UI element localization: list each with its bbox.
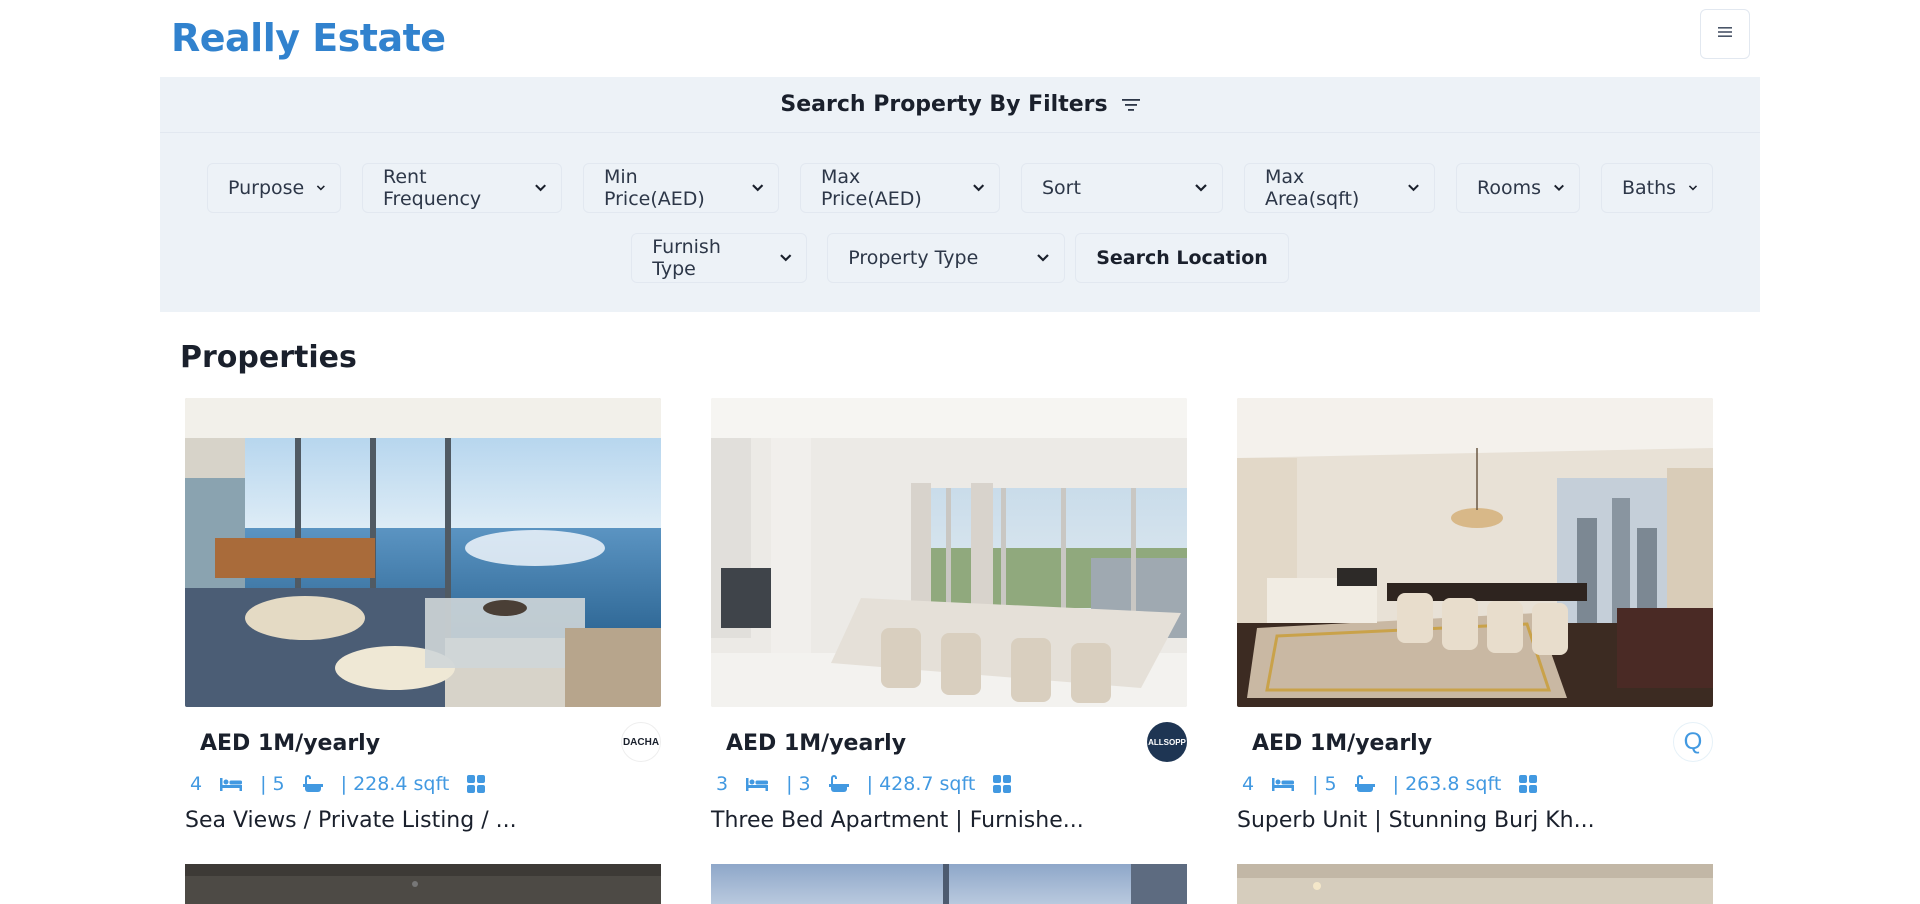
chevron-down-icon (1688, 185, 1698, 191)
grid-area-icon (993, 775, 1012, 793)
property-title[interactable]: Three Bed Apartment | Furnishe... (711, 808, 1084, 833)
max-area-select[interactable]: Max Area(sqft) (1244, 163, 1435, 213)
max-price-select[interactable]: Max Price(AED) (800, 163, 1000, 213)
grid-area-icon (1519, 775, 1538, 793)
brand-logo[interactable]: Really Estate (171, 16, 446, 60)
page-container: Really Estate Search Property By Filters… (160, 0, 1760, 904)
grid-area-icon (467, 775, 486, 793)
select-label: Sort (1042, 177, 1081, 199)
filter-panel: Search Property By Filters Purpose Rent … (160, 77, 1760, 312)
property-stats: 3 | 3 | 428.7 sqft (711, 773, 1029, 795)
chevron-down-icon (751, 184, 763, 192)
select-label: Baths (1622, 177, 1677, 199)
select-label: Max Area(sqft) (1265, 166, 1360, 210)
select-label: Max Price(AED) (821, 166, 922, 210)
navbar: Really Estate (160, 0, 1760, 77)
select-label: Furnish Type (652, 236, 721, 280)
bed-icon (1272, 776, 1295, 792)
property-price: AED 1M/yearly (200, 731, 381, 756)
select-label: Min Price(AED) (604, 166, 705, 210)
rooms-count: 3 (716, 773, 729, 795)
rooms-count: 4 (1242, 773, 1255, 795)
select-label: Rent Frequency (383, 166, 482, 210)
area-value: | 263.8 sqft (1392, 773, 1502, 795)
property-stats: 4 | 5 | 263.8 sqft (1237, 773, 1555, 795)
agency-logo: Q (1673, 722, 1713, 762)
baths-count: | 3 (786, 773, 811, 795)
hamburger-icon (1717, 24, 1733, 45)
chevron-down-icon (534, 184, 546, 192)
property-card[interactable]: AED 1M/yearly ALLSOPP 3 | 3 | 428.7 sqft… (711, 398, 1187, 904)
sort-select[interactable]: Sort (1021, 163, 1223, 213)
bath-icon (1354, 775, 1375, 793)
bed-icon (746, 776, 769, 792)
chevron-down-icon (1195, 184, 1207, 192)
property-title[interactable]: Superb Unit | Stunning Burj Kh... (1237, 808, 1595, 833)
filter-panel-title: Search Property By Filters (780, 92, 1108, 117)
rent-frequency-select[interactable]: Rent Frequency (362, 163, 562, 213)
min-price-select[interactable]: Min Price(AED) (583, 163, 779, 213)
chevron-down-icon (779, 254, 792, 262)
select-label: Purpose (228, 177, 305, 199)
purpose-select[interactable]: Purpose (207, 163, 341, 213)
property-image[interactable] (711, 398, 1187, 707)
property-image[interactable] (185, 398, 661, 707)
property-card[interactable]: AED 1M/yearly Q 4 | 5 | 263.8 sqft Super… (1237, 398, 1713, 904)
chevron-down-icon (1554, 184, 1564, 192)
property-image-next (1237, 864, 1713, 904)
rooms-select[interactable]: Rooms (1456, 163, 1580, 213)
property-price: AED 1M/yearly (726, 731, 907, 756)
chevron-down-icon (317, 185, 326, 191)
chevron-down-icon (1408, 184, 1419, 192)
filter-lines-icon[interactable] (1121, 98, 1140, 112)
menu-button[interactable] (1700, 9, 1750, 59)
area-value: | 228.4 sqft (340, 773, 450, 795)
chevron-down-icon (1037, 254, 1049, 262)
property-title[interactable]: Sea Views / Private Listing / ... (185, 808, 517, 833)
agency-logo: ALLSOPP (1147, 722, 1187, 762)
select-label: Property Type (848, 247, 979, 269)
property-type-select[interactable]: Property Type (827, 233, 1066, 283)
search-location-button[interactable]: Search Location (1075, 233, 1289, 283)
property-price: AED 1M/yearly (1252, 731, 1433, 756)
area-value: | 428.7 sqft (866, 773, 976, 795)
agency-logo: DACHA (621, 722, 661, 762)
filter-row-primary: Purpose Rent Frequency Min Price(AED) Ma… (160, 163, 1760, 213)
baths-select[interactable]: Baths (1601, 163, 1713, 213)
furnish-type-select[interactable]: Furnish Type (631, 233, 808, 283)
property-stats: 4 | 5 | 228.4 sqft (185, 773, 503, 795)
chevron-down-icon (972, 184, 984, 192)
property-image-next (711, 864, 1187, 904)
bath-icon (302, 775, 323, 793)
baths-count: | 5 (1312, 773, 1337, 795)
property-image[interactable] (1237, 398, 1713, 707)
rooms-count: 4 (190, 773, 203, 795)
bed-icon (220, 776, 243, 792)
properties-heading: Properties (180, 340, 357, 375)
filter-row-secondary: Furnish Type Property Type Search Locati… (160, 233, 1760, 283)
property-card[interactable]: AED 1M/yearly DACHA 4 | 5 | 228.4 sqft S… (185, 398, 661, 904)
select-label: Rooms (1477, 177, 1542, 199)
bath-icon (828, 775, 849, 793)
property-image-next (185, 864, 661, 904)
filter-panel-header: Search Property By Filters (160, 77, 1760, 133)
baths-count: | 5 (260, 773, 285, 795)
